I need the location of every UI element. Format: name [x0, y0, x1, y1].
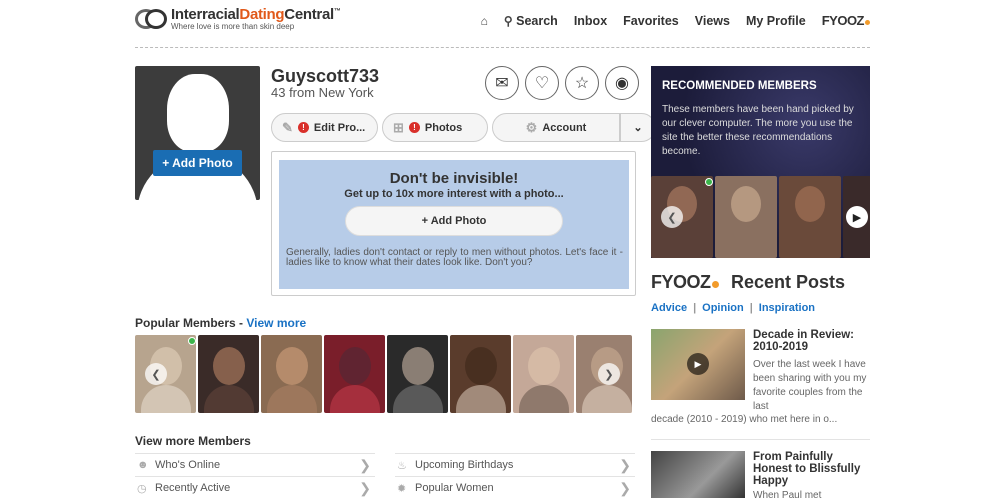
post-title[interactable]: From Painfully Honest to Blissfully Happ… — [753, 451, 870, 487]
online-indicator — [188, 337, 196, 345]
tag-inspiration[interactable]: Inspiration — [759, 302, 815, 314]
plus-square-icon: ⊞ — [393, 119, 404, 135]
member-thumb[interactable] — [779, 176, 841, 258]
member-thumb[interactable] — [715, 176, 777, 258]
tag-opinion[interactable]: Opinion — [702, 302, 744, 314]
recommended-title: RECOMMENDED MEMBERS — [662, 80, 817, 92]
member-thumb[interactable]: ❮ — [651, 176, 713, 258]
list-item-popular-women[interactable]: ✹ Popular Women ❯ — [395, 476, 635, 499]
home-icon[interactable]: ⌂ — [481, 14, 488, 28]
eye-icon[interactable]: ◉ — [605, 66, 639, 100]
add-photo-button[interactable]: + Add Photo — [153, 150, 242, 176]
nav-fyooz[interactable]: FYOOZ — [822, 13, 870, 28]
alert-icon: ! — [408, 122, 420, 133]
chevron-right-icon: ❯ — [619, 479, 631, 496]
profile-action-icons: ✉ ♡ ☆ ◉ — [485, 66, 639, 100]
post-excerpt: Over the last week I have been sharing w… — [753, 359, 867, 412]
chevron-right-icon: ❯ — [359, 479, 371, 496]
post-divider — [651, 439, 870, 440]
popular-members-title: Popular Members - View more — [135, 316, 307, 330]
recommended-text: These members have been hand picked by o… — [662, 104, 854, 157]
profile-location: 43 from New York — [271, 85, 374, 100]
nav-inbox[interactable]: Inbox — [574, 14, 607, 28]
post-excerpt-continued: decade (2010 - 2019) who met here in o..… — [651, 414, 838, 425]
alert-icon: ! — [297, 122, 309, 133]
post-title[interactable]: Decade in Review: 2010-2019 — [753, 329, 870, 353]
sun-icon: ✹ — [397, 482, 407, 495]
mail-icon[interactable]: ✉ — [485, 66, 519, 100]
invisible-note: Generally, ladies don't contact or reply… — [286, 247, 623, 268]
post-excerpt: When Paul met — [753, 490, 822, 501]
profile-username: Guyscott733 — [271, 66, 380, 86]
site-logo[interactable]: InterracialDatingCentral™ Where love is … — [135, 6, 341, 33]
carousel-prev-icon[interactable]: ❮ — [145, 363, 167, 385]
users-icon: ☻ — [137, 459, 149, 471]
member-thumb[interactable] — [198, 335, 259, 413]
member-thumb[interactable]: ❯ — [576, 335, 632, 413]
recommended-carousel: ❮ ▶ — [651, 176, 870, 258]
invisible-callout: Don't be invisible! Get up to 10x more i… — [271, 151, 636, 296]
popular-members-carousel: ❮ ❯ — [135, 335, 635, 413]
member-thumb[interactable] — [513, 335, 574, 413]
invisible-subtitle: Get up to 10x more interest with a photo… — [344, 188, 564, 200]
nav-search[interactable]: ⚲ Search — [504, 14, 558, 28]
chevron-down-icon: ⌄ — [633, 122, 643, 134]
site-header: InterracialDatingCentral™ Where love is … — [135, 6, 870, 42]
nav-views[interactable]: Views — [695, 14, 730, 28]
post-thumbnail[interactable]: ▶ — [651, 329, 745, 400]
profile-photo-placeholder: + Add Photo — [135, 66, 260, 200]
carousel-next-icon[interactable]: ❯ — [598, 363, 620, 385]
star-icon[interactable]: ☆ — [565, 66, 599, 100]
hearts-logo-icon — [135, 7, 169, 33]
nav-favorites[interactable]: Favorites — [623, 14, 679, 28]
photos-button[interactable]: ⊞ ! Photos — [382, 113, 488, 142]
play-icon: ▶ — [687, 353, 709, 375]
view-more-members-title: View more Members — [135, 434, 251, 448]
member-thumb[interactable] — [324, 335, 385, 413]
silhouette-icon — [167, 74, 229, 152]
member-thumb[interactable] — [261, 335, 322, 413]
carousel-prev-icon[interactable]: ❮ — [661, 206, 683, 228]
post-thumbnail[interactable] — [651, 451, 745, 498]
invisible-title: Don't be invisible! — [389, 170, 519, 187]
view-more-link[interactable]: View more — [246, 316, 306, 330]
account-button[interactable]: ⚙ Account — [492, 113, 620, 142]
member-thumb[interactable] — [387, 335, 448, 413]
chevron-right-icon: ❯ — [359, 456, 371, 473]
main-nav: ⌂ ⚲ Search Inbox Favorites Views My Prof… — [481, 13, 870, 28]
fyooz-logo[interactable]: FYOOZ — [651, 272, 719, 293]
edit-profile-button[interactable]: ✎ ! Edit Pro... — [271, 113, 378, 142]
recent-posts-title: Recent Posts — [731, 272, 846, 292]
member-thumb[interactable]: ❮ — [135, 335, 196, 413]
gear-icon: ⚙ — [525, 119, 538, 135]
member-thumb[interactable]: ▶ — [843, 176, 870, 258]
nav-my-profile[interactable]: My Profile — [746, 14, 806, 28]
play-icon[interactable]: ▶ — [846, 206, 868, 228]
profile-button-row: ✎ ! Edit Pro... ⊞ ! Photos ⚙ Account ⌄ — [271, 113, 656, 142]
list-item-upcoming-birthdays[interactable]: ♨ Upcoming Birthdays ❯ — [395, 453, 635, 476]
search-icon: ⚲ — [503, 13, 513, 28]
member-thumb[interactable] — [450, 335, 511, 413]
recommended-members-panel: RECOMMENDED MEMBERS These members have b… — [651, 66, 870, 258]
chevron-right-icon: ❯ — [619, 456, 631, 473]
pencil-icon: ✎ — [282, 119, 293, 135]
cake-icon: ♨ — [397, 459, 407, 472]
heart-icon[interactable]: ♡ — [525, 66, 559, 100]
callout-add-photo-button[interactable]: + Add Photo — [345, 206, 563, 236]
logo-tagline: Where love is more than skin deep — [171, 22, 295, 31]
header-divider — [135, 47, 870, 48]
online-indicator — [705, 178, 713, 186]
post-tags: Advice | Opinion | Inspiration — [651, 302, 816, 314]
tag-advice[interactable]: Advice — [651, 302, 687, 314]
clock-icon: ◷ — [137, 482, 147, 495]
list-item-recently-active[interactable]: ◷ Recently Active ❯ — [135, 476, 375, 499]
more-members-list: ☻ Who's Online ❯ ♨ Upcoming Birthdays ❯ ◷ Rec… — [135, 453, 635, 499]
list-item-whos-online[interactable]: ☻ Who's Online ❯ — [135, 453, 375, 476]
